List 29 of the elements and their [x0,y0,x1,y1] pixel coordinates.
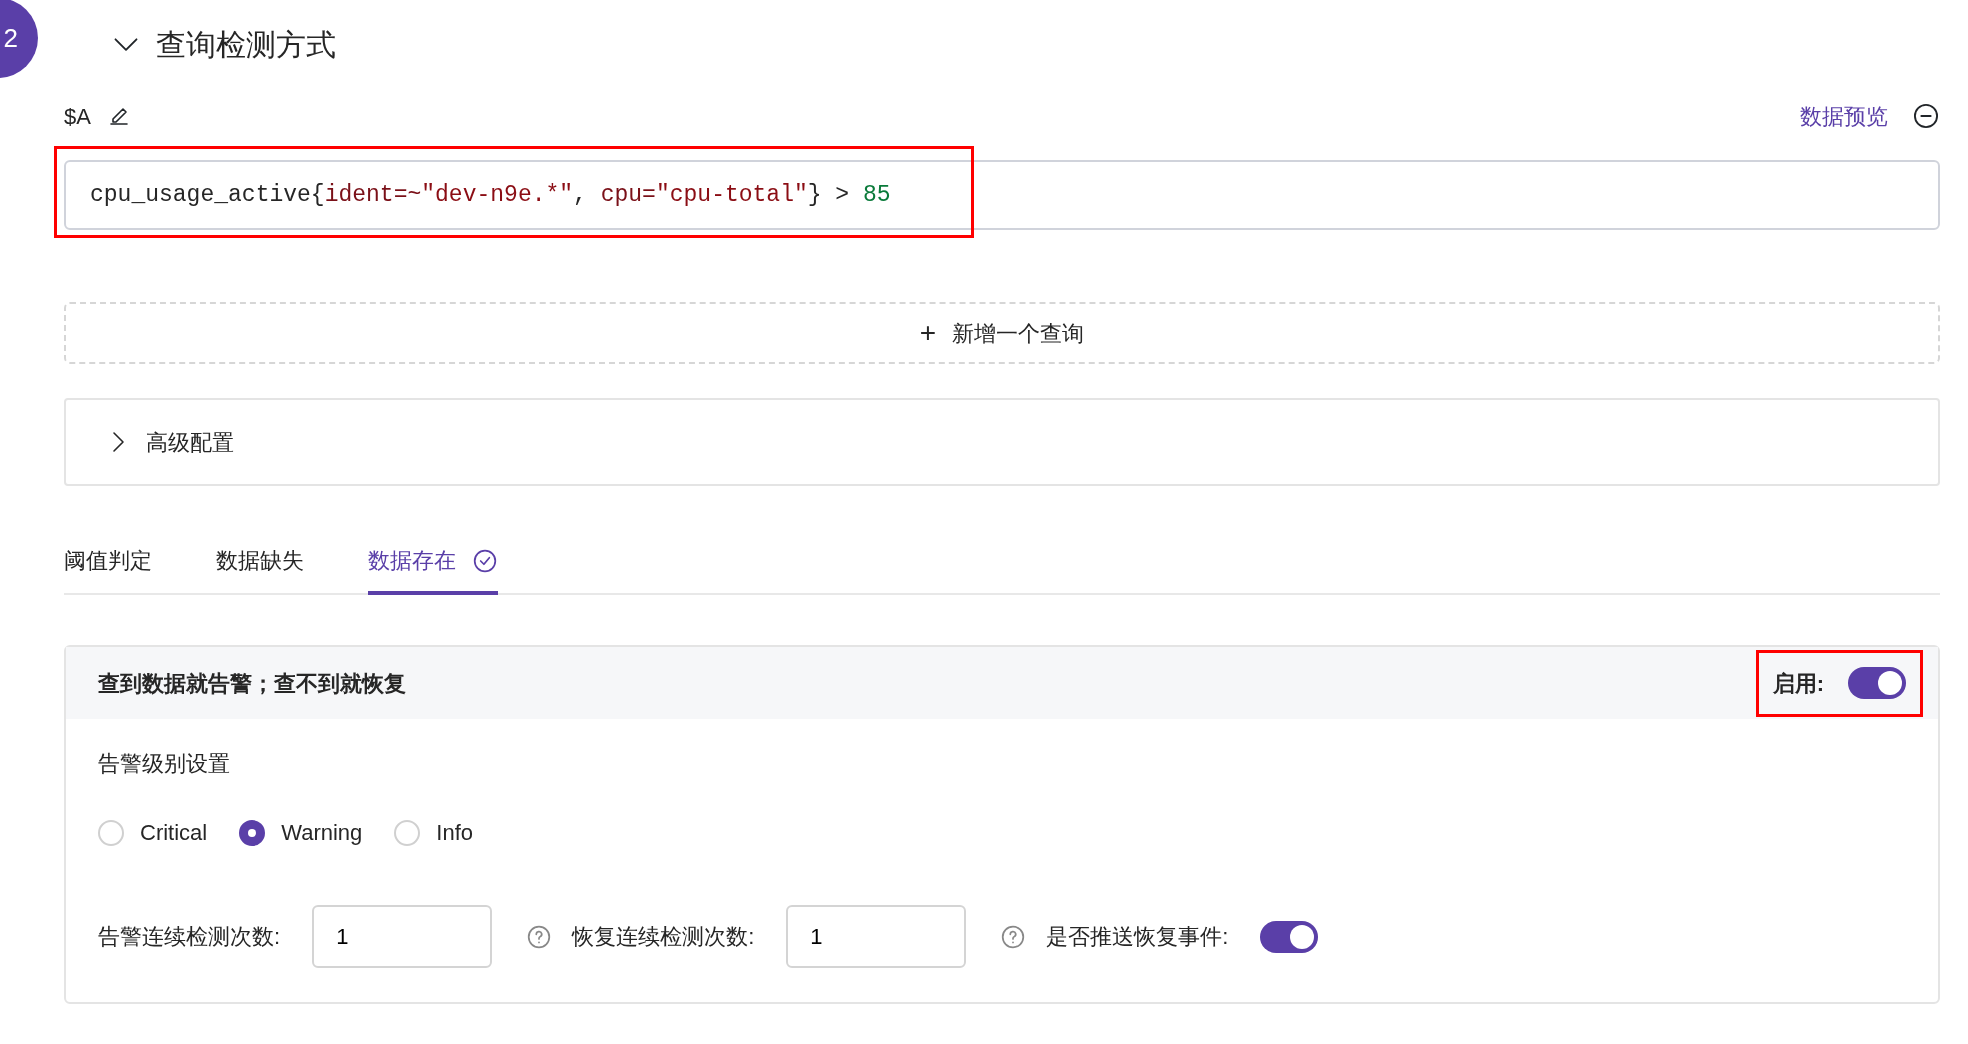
check-circle-icon [472,547,498,574]
enable-label: 启用: [1772,669,1824,698]
severity-label: 告警级别设置 [98,750,231,778]
query-name: $A [64,102,91,131]
recovery-switch[interactable] [1260,920,1319,953]
severity-radio-option[interactable]: Warning [239,816,363,849]
field-label: 是否推送恢复事件: [1046,923,1229,951]
query-expression: cpu_usage_active{ident=~"dev-n9e.*", cpu="cpu-total"} > 85 [90,180,891,210]
collapse-preview-button[interactable] [1912,102,1940,130]
severity-radio-option[interactable]: Critical [98,816,208,849]
advanced-settings-panel[interactable]: 高级配置 [64,398,1940,486]
tab[interactable]: 阈值判定 [64,534,152,595]
data-preview-link[interactable]: 数据预览 [1800,99,1888,133]
severity-radio-option[interactable]: Info [394,816,474,849]
add-query-button[interactable]: + 新增一个查询 [64,302,1940,364]
step-number-badge: 2 [0,0,38,78]
plus-icon: + [919,312,937,354]
field-label: 恢复连续检测次数: [572,923,755,951]
advanced-settings-label: 高级配置 [146,428,234,457]
card-title: 查到数据就告警；查不到就恢复 [98,669,406,698]
count-input-field[interactable]: 1 [312,905,493,968]
query-editor[interactable]: cpu_usage_active{ident=~"dev-n9e.*", cpu="cpu-total"} > 85 [64,160,1940,230]
enable-switch[interactable] [1848,667,1906,699]
count-input-field[interactable]: 1 [786,905,967,968]
section-title: 查询检测方式 [156,26,336,63]
tab[interactable]: 数据缺失 [216,534,304,595]
minus-circle-icon [1912,102,1940,130]
field-label: 告警连续检测次数: [98,923,281,951]
tab[interactable]: 数据存在 [368,534,498,595]
